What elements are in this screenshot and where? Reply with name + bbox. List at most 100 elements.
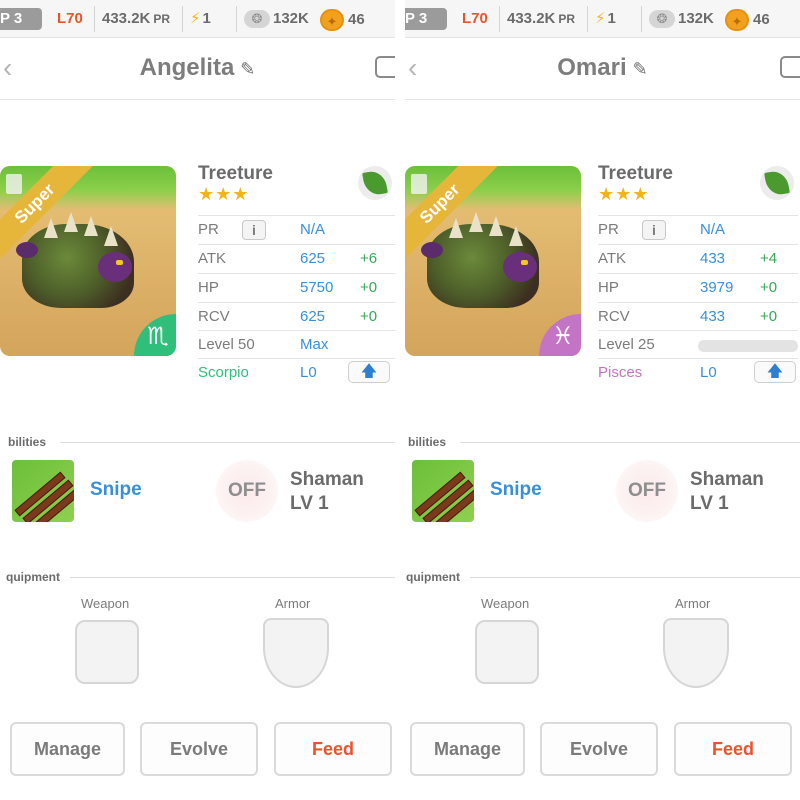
leaf-icon xyxy=(358,166,392,200)
energy-counter[interactable]: ⚡ 1 xyxy=(190,9,211,29)
zodiac-level: L0 xyxy=(700,364,717,381)
bolt-icon: ⚡ xyxy=(190,10,201,27)
stat-row-hp: HP 3979 +0 xyxy=(598,273,798,301)
equipment-header: quipment xyxy=(6,570,60,584)
feed-button[interactable]: Feed xyxy=(674,722,792,776)
coin-icon: ✦ xyxy=(725,9,749,31)
stat-label: RCV xyxy=(198,308,230,325)
energy-counter[interactable]: ⚡ 1 xyxy=(595,9,616,29)
evolve-button[interactable]: Evolve xyxy=(140,722,258,776)
food-counter[interactable]: ❂ 132K xyxy=(649,9,714,29)
stat-row-rcv: RCV 625 +0 xyxy=(198,302,395,330)
snipe-skill-icon[interactable] xyxy=(12,460,74,522)
passive-off-badge[interactable]: OFF xyxy=(216,460,278,522)
note-icon[interactable] xyxy=(411,174,427,194)
skill-name[interactable]: Snipe xyxy=(90,479,142,501)
weapon-slot[interactable] xyxy=(475,620,539,684)
abilities-header: bilities xyxy=(8,435,47,449)
passive-skill[interactable]: Shaman LV 1 xyxy=(690,468,764,516)
note-icon[interactable] xyxy=(6,174,22,194)
stat-value: 433 xyxy=(700,250,726,267)
monster-tail xyxy=(16,242,38,258)
info-icon[interactable]: i xyxy=(242,220,266,240)
armor-slot-shield-icon[interactable] xyxy=(263,618,329,688)
power-rating: 433.2K PR xyxy=(102,9,170,29)
stat-label: ATK xyxy=(198,250,227,267)
feed-button[interactable]: Feed xyxy=(274,722,392,776)
stats-block: Treeture ★★★ PR i N/A ATK 625 +6 HP 5750… xyxy=(198,160,395,390)
monster-eye xyxy=(116,260,123,265)
camera-icon[interactable] xyxy=(375,56,395,78)
food-counter[interactable]: ❂ 132K xyxy=(244,9,309,29)
pencil-icon[interactable]: ✎ xyxy=(633,59,648,79)
manage-button[interactable]: Manage xyxy=(10,722,125,776)
passive-name: Shaman xyxy=(290,469,364,490)
coin-counter[interactable]: ✦ 46 xyxy=(320,9,365,31)
armor-label: Armor xyxy=(275,596,311,611)
stat-label: HP xyxy=(598,279,619,296)
equipment-header: quipment xyxy=(406,570,460,584)
zodiac-label: Scorpio xyxy=(198,364,249,381)
spike xyxy=(104,226,118,246)
monster-portrait[interactable]: Super ♓ xyxy=(405,166,581,356)
stat-value: 625 xyxy=(300,250,326,267)
up-arrow-icon[interactable]: 🡅 xyxy=(348,361,390,383)
monster-nickname[interactable]: Angelita ✎ xyxy=(0,54,395,82)
evolve-button[interactable]: Evolve xyxy=(540,722,658,776)
up-arrow-icon[interactable]: 🡅 xyxy=(754,361,796,383)
species-name: Treeture xyxy=(598,163,673,184)
paw-icon: ❂ xyxy=(649,10,675,29)
power-rating-unit: PR xyxy=(153,12,171,26)
coin-counter[interactable]: ✦ 46 xyxy=(725,9,770,31)
pencil-icon[interactable]: ✎ xyxy=(240,59,255,79)
divider xyxy=(182,6,183,32)
skill-name[interactable]: Snipe xyxy=(490,479,542,501)
stat-label: PR xyxy=(598,221,619,238)
stat-row-zodiac: Scorpio L0 🡅 xyxy=(198,358,395,386)
spike xyxy=(469,212,483,232)
power-rating: 433.2K PR xyxy=(507,9,575,29)
level-label: Level 25 xyxy=(598,336,655,353)
camera-icon[interactable] xyxy=(780,56,800,78)
power-rating-value: 433.2K xyxy=(102,10,151,27)
stat-row-level: Level 25 xyxy=(598,330,798,358)
food-value: 132K xyxy=(273,10,309,27)
paw-icon: ❂ xyxy=(244,10,270,29)
xp-progress-bar xyxy=(698,340,798,352)
info-icon[interactable]: i xyxy=(642,220,666,240)
monster-head xyxy=(503,252,537,282)
passive-skill[interactable]: Shaman LV 1 xyxy=(290,468,364,516)
zodiac-level: L0 xyxy=(300,364,317,381)
level-value: Max xyxy=(300,336,329,353)
passive-off-badge[interactable]: OFF xyxy=(616,460,678,522)
manage-button[interactable]: Manage xyxy=(410,722,525,776)
weapon-label: Weapon xyxy=(481,596,530,611)
star-rating: ★★★ xyxy=(598,184,650,204)
monster-nickname[interactable]: Omari ✎ xyxy=(405,54,800,82)
title-bar: ‹ Angelita ✎ xyxy=(0,38,395,100)
divider xyxy=(499,6,500,32)
weapon-label: Weapon xyxy=(81,596,130,611)
zodiac-pisces-icon: ♓ xyxy=(539,314,581,356)
stat-value: 433 xyxy=(700,308,726,325)
stat-label: PR xyxy=(198,221,219,238)
level-label: Level 50 xyxy=(198,336,255,353)
passive-level: LV 1 xyxy=(690,493,729,514)
nickname-text: Omari xyxy=(557,54,627,81)
power-rating-unit: PR xyxy=(558,12,576,26)
stat-row-hp: HP 5750 +0 xyxy=(198,273,395,301)
monster-tail xyxy=(421,242,443,258)
weapon-slot[interactable] xyxy=(75,620,139,684)
power-rating-value: 433.2K xyxy=(507,10,556,27)
stat-bonus: +0 xyxy=(760,308,778,325)
monster-portrait[interactable]: Super ♏ xyxy=(0,166,176,356)
coin-icon: ✦ xyxy=(320,9,344,31)
monster-eye xyxy=(521,260,528,265)
stat-bonus: +0 xyxy=(360,308,378,325)
divider xyxy=(641,6,642,32)
spike xyxy=(84,216,98,236)
armor-slot-shield-icon[interactable] xyxy=(663,618,729,688)
species-name: Treeture xyxy=(198,163,273,184)
snipe-skill-icon[interactable] xyxy=(412,460,474,522)
stat-row-rcv: RCV 433 +0 xyxy=(598,302,798,330)
